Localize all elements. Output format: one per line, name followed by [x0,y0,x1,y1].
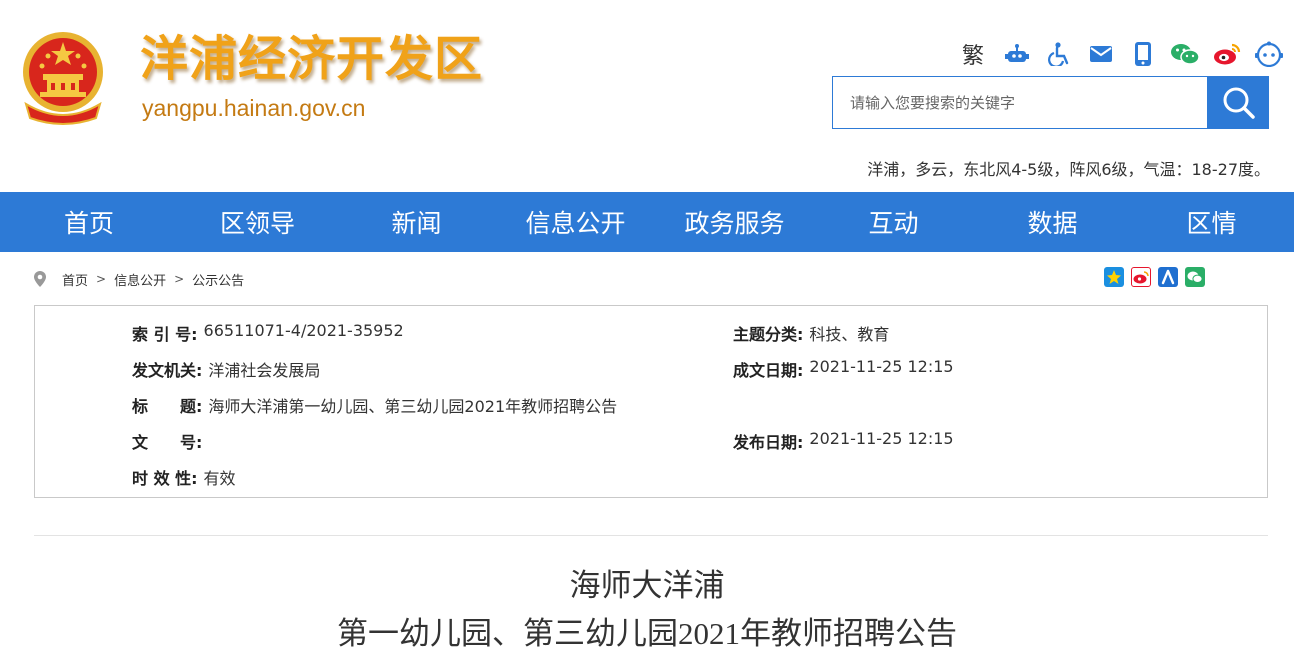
article-title-line1: 海师大洋浦 [569,568,725,603]
info-written-date-label: 成文日期: [733,361,804,380]
mail-icon[interactable] [1080,40,1122,68]
nav-item-gov-services[interactable]: 政务服务 [655,192,814,252]
nav-item-home[interactable]: 首页 [0,192,178,252]
breadcrumb-home[interactable]: 首页 [62,270,88,289]
info-topic-value: 科技、教育 [809,325,890,344]
wechat-icon[interactable] [1164,40,1206,68]
renren-share-icon[interactable] [1158,267,1178,287]
nav-item-data[interactable]: 数据 [973,192,1132,252]
assistant-bot-icon[interactable] [1248,40,1290,68]
weather-info: 洋浦，多云，东北风4-5级，阵风6级，气温：18-27度。 [867,160,1270,179]
search-box [832,76,1208,129]
search-icon [1223,87,1255,119]
info-validity-label: 时 效 性: [132,469,198,488]
info-title-label: 标 题: [132,397,203,416]
info-validity-row: 时 效 性: 有效 [132,465,236,489]
qzone-share-icon[interactable] [1104,267,1124,287]
nav-item-info-disclosure[interactable]: 信息公开 [496,192,655,252]
main-nav: 首页 区领导 新闻 信息公开 政务服务 互动 数据 区情 [0,192,1294,252]
info-title-row: 标 题: 海师大洋浦第一幼儿园、第三幼儿园2021年教师招聘公告 [132,393,617,417]
breadcrumb-info-disclosure[interactable]: 信息公开 [114,270,166,289]
info-index-row: 索 引 号: 66511071-4/2021-35952 [132,321,404,345]
info-index-value: 66511071-4/2021-35952 [203,321,404,340]
info-issuer-value: 洋浦社会发展局 [208,361,321,380]
location-pin-icon [34,271,46,287]
breadcrumb-announcements[interactable]: 公示公告 [192,270,244,289]
site-domain: yangpu.hainan.gov.cn [142,95,366,121]
national-emblem-icon[interactable] [18,26,108,126]
content-divider [34,535,1268,536]
info-doc-no-label: 文 号: [132,433,203,452]
info-publish-date-row: 发布日期: 2021-11-25 12:15 [733,429,954,453]
info-topic-label: 主题分类: [733,325,804,344]
nav-item-leaders[interactable]: 区领导 [178,192,337,252]
site-title[interactable]: 洋浦经济开发区 [140,30,483,88]
share-bar [1104,267,1212,287]
info-issuer-row: 发文机关: 洋浦社会发展局 [132,357,320,381]
info-title-value: 海师大洋浦第一幼儿园、第三幼儿园2021年教师招聘公告 [208,397,618,416]
robot-icon[interactable] [996,40,1038,68]
wechat-share-icon[interactable] [1185,267,1205,287]
info-publish-date-value: 2021-11-25 12:15 [809,429,954,448]
info-issuer-label: 发文机关: [132,361,203,380]
search-button[interactable] [1208,76,1269,129]
header-toolbar: 繁 [960,40,1290,69]
info-publish-date-label: 发布日期: [733,433,804,452]
accessibility-icon[interactable] [1038,40,1080,68]
chevron-right-icon: > [96,272,107,286]
weibo-icon[interactable] [1206,40,1248,68]
search-input[interactable] [833,77,1207,128]
chevron-right-icon: > [174,272,185,286]
info-validity-value: 有效 [203,469,236,488]
article-title-line2: 第一幼儿园、第三幼儿园2021年教师招聘公告 [337,616,957,651]
nav-item-interaction[interactable]: 互动 [814,192,973,252]
mobile-icon[interactable] [1122,40,1164,68]
nav-item-district-info[interactable]: 区情 [1132,192,1291,252]
info-written-date-row: 成文日期: 2021-11-25 12:15 [733,357,954,381]
info-doc-no-row: 文 号: [132,429,208,453]
traditional-chinese-toggle[interactable]: 繁 [960,40,986,69]
site-header: 洋浦经济开发区 yangpu.hainan.gov.cn 繁 请输入您要搜索的关… [0,0,1294,192]
info-written-date-value: 2021-11-25 12:15 [809,357,954,376]
weibo-share-icon[interactable] [1131,267,1151,287]
info-index-label: 索 引 号: [132,325,198,344]
info-topic-row: 主题分类: 科技、教育 [733,321,889,345]
document-info-panel: 索 引 号: 66511071-4/2021-35952 主题分类: 科技、教育… [34,305,1268,498]
nav-item-news[interactable]: 新闻 [337,192,496,252]
breadcrumb: 首页 > 信息公开 > 公示公告 [32,268,244,290]
